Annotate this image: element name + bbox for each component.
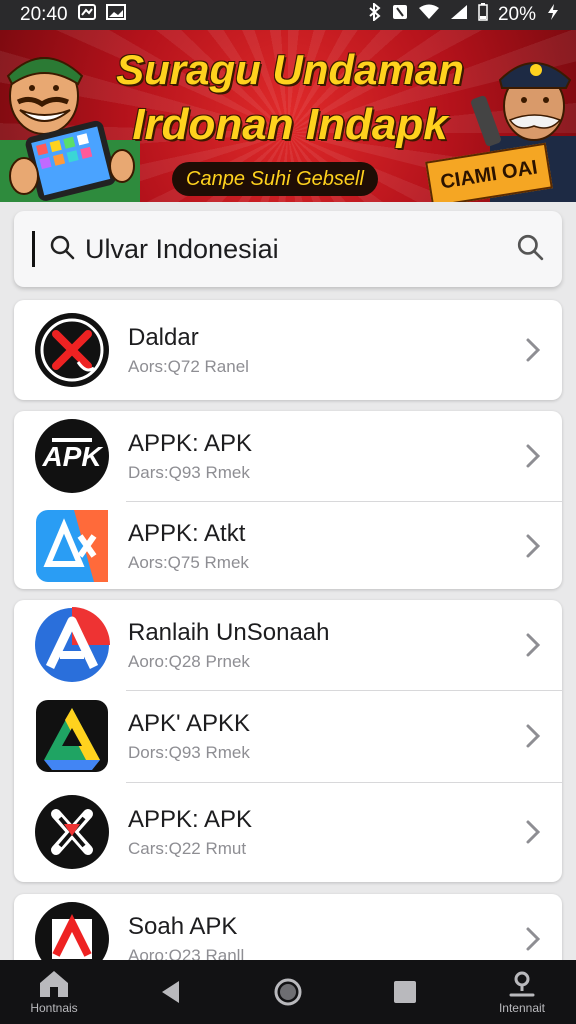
banner-subtitle: Canpe Suhi Gebsell xyxy=(172,162,378,196)
apk-logo-text: APK xyxy=(41,441,103,472)
search-input[interactable] xyxy=(85,233,516,265)
text-cursor xyxy=(32,231,35,267)
app-icon-daldar xyxy=(35,313,109,387)
nav-home-button[interactable] xyxy=(256,977,320,1007)
status-bar: 20:40 20% xyxy=(0,0,576,30)
app-icon-ranlaih xyxy=(35,607,110,682)
app-icon-apkk xyxy=(36,700,108,772)
list-item[interactable]: APPK: APK Cars:Q22 Rmut xyxy=(14,782,562,882)
bottom-navigation-bar: Hontnais Intennait xyxy=(0,960,576,1024)
home-icon xyxy=(40,971,68,997)
search-submit-icon[interactable] xyxy=(516,233,544,266)
banner-title-line2: Irdonan Indapk xyxy=(132,100,448,149)
app-subtitle: Aoro:Q28 Prnek xyxy=(128,652,250,671)
back-triangle-icon xyxy=(162,981,179,1003)
list-item[interactable]: APK' APKK Dors:Q93 Rmek xyxy=(14,690,562,782)
nav-home-label: Hontnais xyxy=(30,1001,78,1015)
list-item[interactable]: APK APPK: APK Dars:Q93 Rmek xyxy=(14,411,562,501)
signal-icon xyxy=(450,4,468,26)
list-item[interactable]: APPK: Atkt Aors:Q75 Rmek xyxy=(14,501,562,589)
promo-banner[interactable]: Suragu Undaman Irdonan Indapk Canpe Suhi… xyxy=(0,30,576,202)
search-icon xyxy=(49,234,75,265)
app-subtitle: Dors:Q93 Rmek xyxy=(128,743,250,762)
app-icon-appk-x xyxy=(35,795,109,869)
status-time: 20:40 xyxy=(20,4,68,25)
app-name: APK' APKK xyxy=(128,710,250,737)
gallery-icon xyxy=(105,4,126,26)
app-list-card: Ranlaih UnSonaah Aoro:Q28 Prnek APK' APK… xyxy=(14,600,562,882)
charging-icon xyxy=(546,3,560,27)
bluetooth-icon xyxy=(368,1,382,27)
nfc-icon xyxy=(392,4,408,26)
banner-title-line1: Suragu Undaman xyxy=(116,46,464,93)
nav-back-button[interactable] xyxy=(139,978,203,1006)
app-list-card: Daldar Aors:Q72 Ranel xyxy=(14,300,562,400)
chevron-right-icon xyxy=(526,927,541,951)
home-circle-icon xyxy=(274,978,302,1006)
app-subtitle: Cars:Q22 Rmut xyxy=(128,839,247,858)
chevron-right-icon xyxy=(526,338,541,362)
chevron-right-icon xyxy=(526,534,541,558)
app-name: APPK: APK xyxy=(128,430,253,457)
nav-account-label: Intennait xyxy=(498,1001,546,1015)
app-name: APPK: APK xyxy=(128,806,253,833)
battery-percent: 20% xyxy=(497,4,536,25)
chevron-right-icon xyxy=(526,820,541,844)
chevron-right-icon xyxy=(526,633,541,657)
list-item[interactable]: Daldar Aors:Q72 Ranel xyxy=(14,300,562,400)
app-icon-atkt xyxy=(36,510,108,582)
account-icon xyxy=(509,971,535,997)
nav-account[interactable]: Intennait xyxy=(490,969,554,1015)
app-name: Daldar xyxy=(128,324,199,351)
app-name: Ranlaih UnSonaah xyxy=(128,619,330,646)
app-subtitle: Aors:Q72 Ranel xyxy=(128,357,249,376)
recents-square-icon xyxy=(394,981,416,1003)
app-icon-apk: APK xyxy=(35,419,109,493)
app-subtitle: Dars:Q93 Rmek xyxy=(128,463,250,482)
notification-icon xyxy=(77,4,96,26)
app-name: Soah APK xyxy=(128,913,238,940)
chevron-right-icon xyxy=(526,724,541,748)
app-list-card: APK APPK: APK Dars:Q93 Rmek APPK: Atkt A… xyxy=(14,411,562,589)
app-subtitle: Aors:Q75 Rmek xyxy=(128,553,249,572)
search-bar[interactable] xyxy=(14,211,562,287)
wifi-icon xyxy=(418,4,440,26)
app-name: APPK: Atkt xyxy=(128,520,246,547)
nav-home[interactable]: Hontnais xyxy=(22,969,86,1015)
battery-icon xyxy=(478,3,488,27)
list-item[interactable]: Ranlaih UnSonaah Aoro:Q28 Prnek xyxy=(14,600,562,690)
nav-recents-button[interactable] xyxy=(373,978,437,1006)
chevron-right-icon xyxy=(526,444,541,468)
